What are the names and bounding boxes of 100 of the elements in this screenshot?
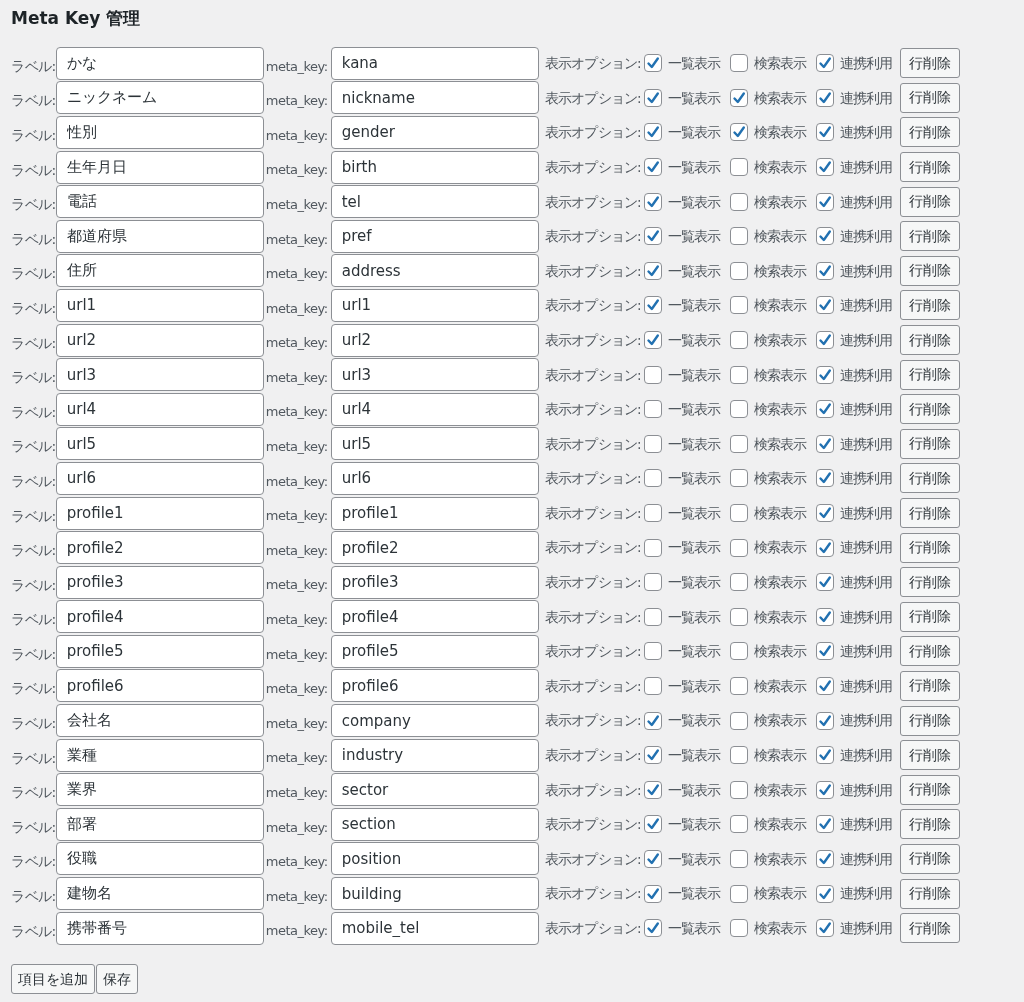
checkbox[interactable] [643,192,662,211]
label-input[interactable]: 住所 [55,254,264,288]
checkbox[interactable] [729,158,748,177]
checkbox[interactable] [643,538,662,557]
checkbox[interactable] [729,54,748,73]
checkbox[interactable] [815,158,834,177]
checkbox[interactable] [643,469,662,488]
meta-key-input[interactable]: section [330,807,539,841]
checkbox[interactable] [815,815,834,834]
checkbox[interactable] [643,780,662,799]
label-input[interactable]: 建物名 [55,877,264,911]
delete-row-button[interactable]: 行削除 [900,809,961,840]
delete-row-button[interactable]: 行削除 [900,117,961,148]
checkbox[interactable] [643,746,662,765]
delete-row-button[interactable]: 行削除 [900,671,961,701]
label-input[interactable]: profile4 [55,600,264,634]
checkbox[interactable] [815,504,834,522]
checkbox[interactable] [643,54,662,73]
meta-key-input[interactable]: position [330,842,539,876]
checkbox[interactable] [815,469,834,488]
delete-row-button[interactable]: 行削除 [900,290,961,321]
meta-key-input[interactable]: nickname [330,81,539,115]
label-input[interactable]: かな [55,46,264,80]
label-input[interactable]: 都道府県 [55,219,264,253]
meta-key-input[interactable]: gender [330,116,539,149]
label-input[interactable]: 部署 [55,807,264,841]
checkbox[interactable] [815,123,834,142]
checkbox[interactable] [815,884,834,903]
checkbox[interactable] [815,780,834,799]
checkbox[interactable] [643,400,662,419]
label-input[interactable]: url5 [55,427,264,461]
checkbox[interactable] [815,607,834,626]
checkbox[interactable] [815,365,834,384]
checkbox[interactable] [729,504,748,522]
checkbox[interactable] [815,331,834,350]
meta-key-input[interactable]: url4 [330,392,539,426]
checkbox[interactable] [643,365,662,384]
label-input[interactable]: profile2 [55,531,264,565]
delete-row-button[interactable]: 行削除 [900,48,961,79]
checkbox[interactable] [729,780,748,799]
meta-key-input[interactable]: industry [330,738,539,772]
checkbox[interactable] [815,849,834,868]
checkbox[interactable] [729,815,748,834]
label-input[interactable]: 電話 [55,185,264,219]
meta-key-input[interactable]: url5 [330,427,539,461]
checkbox[interactable] [643,123,662,142]
checkbox[interactable] [729,88,748,107]
checkbox[interactable] [815,434,834,453]
checkbox[interactable] [729,642,748,661]
meta-key-input[interactable]: url1 [330,288,539,322]
checkbox[interactable] [815,573,834,592]
meta-key-input[interactable]: url3 [330,358,539,392]
delete-row-button[interactable]: 行削除 [900,221,961,252]
checkbox[interactable] [729,261,748,280]
label-input[interactable]: ニックネーム [55,81,264,115]
delete-row-button[interactable]: 行削除 [900,740,961,771]
label-input[interactable]: 業種 [55,738,264,772]
checkbox[interactable] [643,573,662,592]
meta-key-input[interactable]: building [330,877,539,911]
delete-row-button[interactable]: 行削除 [900,498,961,528]
label-input[interactable]: 性別 [55,116,264,149]
label-input[interactable]: 役職 [55,842,264,876]
label-input[interactable]: profile3 [55,565,264,599]
checkbox[interactable] [643,261,662,280]
meta-key-input[interactable]: profile4 [330,600,539,634]
label-input[interactable]: profile5 [55,634,264,668]
meta-key-input[interactable]: address [330,254,539,288]
checkbox[interactable] [643,331,662,350]
label-input[interactable]: profile6 [55,669,264,703]
checkbox[interactable] [643,88,662,107]
meta-key-input[interactable]: company [330,704,539,738]
delete-row-button[interactable]: 行削除 [900,394,961,425]
checkbox[interactable] [729,538,748,557]
checkbox[interactable] [729,192,748,211]
checkbox[interactable] [729,331,748,350]
meta-key-input[interactable]: kana [330,46,539,80]
meta-key-input[interactable]: profile2 [330,531,539,565]
checkbox[interactable] [729,469,748,488]
delete-row-button[interactable]: 行削除 [900,152,961,183]
delete-row-button[interactable]: 行削除 [900,463,961,494]
checkbox[interactable] [729,573,748,592]
delete-row-button[interactable]: 行削除 [900,913,961,944]
checkbox[interactable] [729,607,748,626]
add-item-button[interactable]: 項目を追加 [11,964,95,995]
label-input[interactable]: 会社名 [55,704,264,738]
delete-row-button[interactable]: 行削除 [900,186,961,217]
checkbox[interactable] [729,400,748,419]
checkbox[interactable] [643,158,662,177]
delete-row-button[interactable]: 行削除 [900,359,961,390]
save-button[interactable]: 保存 [96,964,138,995]
meta-key-input[interactable]: tel [330,185,539,219]
checkbox[interactable] [815,642,834,661]
delete-row-button[interactable]: 行削除 [900,82,961,113]
checkbox[interactable] [643,607,662,626]
delete-row-button[interactable]: 行削除 [900,843,961,874]
checkbox[interactable] [729,677,748,695]
checkbox[interactable] [729,123,748,142]
meta-key-input[interactable]: sector [330,773,539,807]
label-input[interactable]: 携帯番号 [55,911,264,945]
meta-key-input[interactable]: profile5 [330,634,539,668]
